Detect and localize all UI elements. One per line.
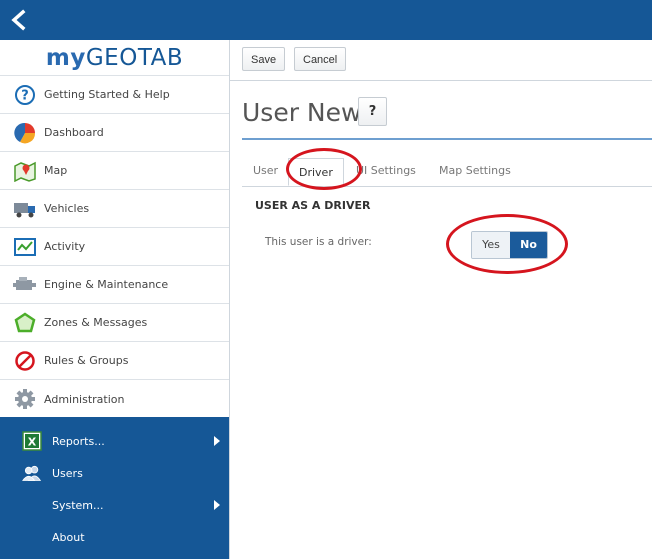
svg-text:X: X	[28, 436, 37, 449]
gear-icon	[13, 387, 37, 411]
back-arrow-icon[interactable]	[8, 9, 30, 31]
top-bar	[0, 0, 652, 40]
pie-chart-icon	[13, 121, 37, 145]
driver-toggle[interactable]: Yes No	[471, 231, 548, 259]
cancel-button[interactable]: Cancel	[294, 47, 347, 71]
engine-icon	[13, 273, 37, 297]
title-divider	[242, 138, 652, 140]
sidebar-item-label: Rules & Groups	[44, 354, 129, 367]
section-title: USER AS A DRIVER	[255, 199, 371, 212]
main-content: Save Cancel User New ? User Driver UI Se…	[230, 40, 652, 559]
submenu-item-about[interactable]: About	[0, 521, 229, 553]
toggle-yes-option[interactable]: Yes	[472, 232, 510, 258]
help-button[interactable]: ?	[358, 97, 387, 126]
sidebar-item-vehicles[interactable]: Vehicles	[0, 189, 229, 227]
sidebar-item-zones-messages[interactable]: Zones & Messages	[0, 303, 229, 341]
prohibited-icon	[13, 349, 37, 373]
submenu-item-label: Users	[52, 466, 83, 480]
activity-chart-icon	[13, 235, 37, 259]
sidebar-item-label: Map	[44, 164, 68, 177]
help-icon: ?	[13, 83, 37, 107]
submenu-item-system[interactable]: System...	[0, 489, 229, 521]
sidebar-item-administration[interactable]: Administration	[0, 379, 229, 419]
sidebar-item-label: Getting Started & Help	[44, 88, 170, 101]
tab-map-settings[interactable]: Map Settings	[439, 164, 511, 177]
svg-text:?: ?	[21, 88, 29, 103]
sidebar-item-label: Vehicles	[44, 202, 90, 215]
toolbar: Save Cancel	[230, 40, 652, 81]
zone-icon	[13, 311, 37, 335]
chevron-right-icon	[214, 500, 220, 510]
sidebar-item-label: Zones & Messages	[44, 316, 148, 329]
tab-user[interactable]: User	[253, 164, 278, 177]
chevron-right-icon	[214, 436, 220, 446]
sidebar-item-dashboard[interactable]: Dashboard	[0, 113, 229, 151]
submenu-item-label: About	[52, 530, 85, 544]
tab-bar: User Driver UI Settings Map Settings	[242, 158, 652, 187]
toggle-no-option[interactable]: No	[510, 232, 547, 258]
sidebar-item-activity[interactable]: Activity	[0, 227, 229, 265]
users-icon	[22, 463, 42, 483]
page-title: User New	[242, 98, 362, 127]
geotab-logo: my GEOTAB	[45, 44, 184, 71]
tab-driver[interactable]: Driver	[288, 158, 344, 186]
sidebar-item-label: Engine & Maintenance	[44, 278, 169, 291]
sidebar: my GEOTAB ? Getting Started & Help Dashbo…	[0, 40, 230, 559]
sidebar-item-engine-maintenance[interactable]: Engine & Maintenance	[0, 265, 229, 303]
tab-ui-settings[interactable]: UI Settings	[356, 164, 416, 177]
submenu-item-users[interactable]: Users	[0, 457, 229, 489]
sidebar-item-getting-started[interactable]: ? Getting Started & Help	[0, 75, 229, 113]
sidebar-item-label: Dashboard	[44, 126, 104, 139]
sidebar-item-map[interactable]: Map	[0, 151, 229, 189]
sidebar-item-rules-groups[interactable]: Rules & Groups	[0, 341, 229, 379]
sidebar-item-label: Administration	[44, 392, 125, 406]
truck-icon	[13, 197, 37, 221]
administration-submenu: X Reports... Users System... About	[0, 417, 229, 559]
sidebar-item-label: Activity	[44, 240, 86, 253]
driver-field-label: This user is a driver:	[265, 236, 372, 248]
submenu-item-label: System...	[52, 498, 104, 512]
submenu-item-label: Reports...	[52, 434, 105, 448]
save-button[interactable]: Save	[242, 47, 286, 71]
excel-icon: X	[22, 431, 42, 451]
map-icon	[13, 159, 37, 183]
submenu-item-reports[interactable]: X Reports...	[0, 425, 229, 457]
